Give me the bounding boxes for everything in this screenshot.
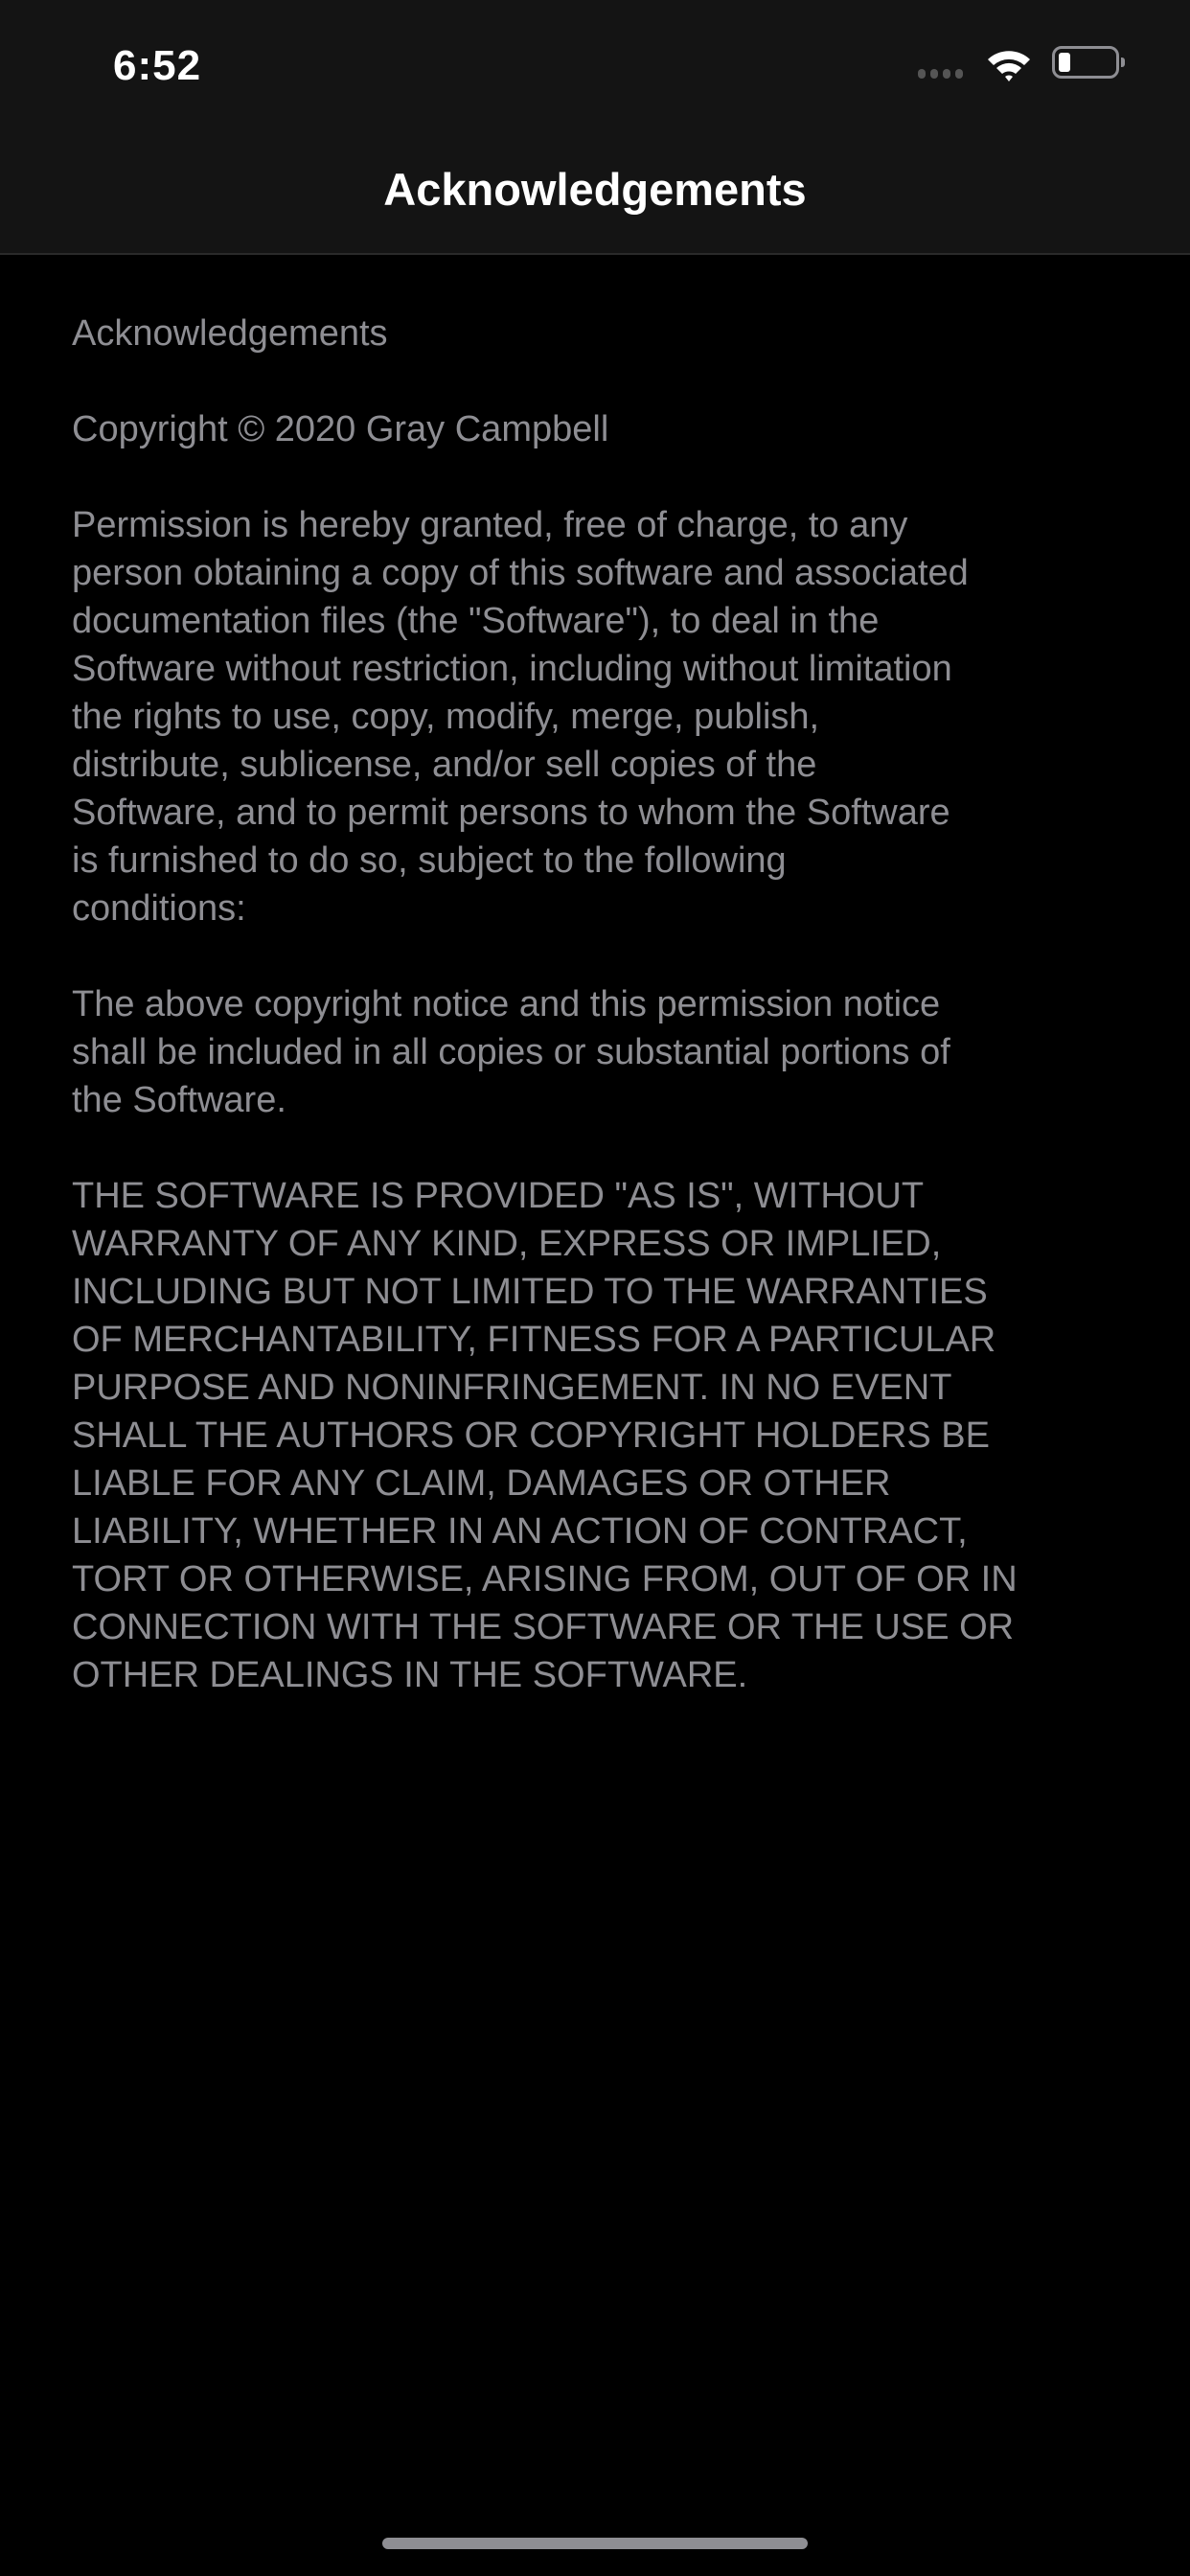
text-line: documentation files (the "Software"), to… bbox=[72, 601, 880, 641]
text-line: person obtaining a copy of this software… bbox=[72, 553, 969, 593]
signal-icon bbox=[918, 69, 963, 79]
battery-icon bbox=[1052, 46, 1125, 79]
wifi-icon bbox=[988, 51, 1030, 81]
text-line: shall be included in all copies or subst… bbox=[72, 1032, 950, 1072]
page-title: Acknowledgements bbox=[383, 164, 807, 215]
text-line: TORT OR OTHERWISE, ARISING FROM, OUT OF … bbox=[72, 1559, 1018, 1599]
text-line: PURPOSE AND NONINFRINGEMENT. IN NO EVENT bbox=[72, 1368, 952, 1408]
text-line: WARRANTY OF ANY KIND, EXPRESS OR IMPLIED… bbox=[72, 1224, 942, 1264]
text-line: Permission is hereby granted, free of ch… bbox=[72, 505, 908, 545]
status-time: 6:52 bbox=[113, 42, 202, 89]
text-line: Copyright © 2020 Gray Campbell bbox=[72, 409, 609, 449]
text-line: THE SOFTWARE IS PROVIDED "AS IS", WITHOU… bbox=[72, 1176, 925, 1216]
text-line: Software without restriction, including … bbox=[72, 649, 952, 689]
text-line: OTHER DEALINGS IN THE SOFTWARE. bbox=[72, 1655, 748, 1695]
navigation-bar: 6:52 Acknowledgements bbox=[0, 0, 1190, 255]
text-line: INCLUDING BUT NOT LIMITED TO THE WARRANT… bbox=[72, 1272, 988, 1312]
text-line: the Software. bbox=[72, 1080, 286, 1120]
text-line: CONNECTION WITH THE SOFTWARE OR THE USE … bbox=[72, 1607, 1015, 1647]
text-line: OF MERCHANTABILITY, FITNESS FOR A PARTIC… bbox=[72, 1320, 996, 1360]
text-line: conditions: bbox=[72, 888, 246, 929]
text-line: the rights to use, copy, modify, merge, … bbox=[72, 697, 820, 737]
text-line: is furnished to do so, subject to the fo… bbox=[72, 840, 787, 881]
text-line: Acknowledgements bbox=[72, 313, 388, 354]
home-indicator[interactable] bbox=[382, 2538, 808, 2549]
license-text: Acknowledgements Copyright © 2020 Gray Ca… bbox=[72, 310, 1145, 1699]
text-line: The above copyright notice and this perm… bbox=[72, 984, 941, 1024]
text-line: Software, and to permit persons to whom … bbox=[72, 793, 950, 833]
text-line: LIABILITY, WHETHER IN AN ACTION OF CONTR… bbox=[72, 1511, 968, 1552]
text-line: SHALL THE AUTHORS OR COPYRIGHT HOLDERS B… bbox=[72, 1415, 990, 1456]
text-line: distribute, sublicense, and/or sell copi… bbox=[72, 745, 817, 785]
text-line: LIABLE FOR ANY CLAIM, DAMAGES OR OTHER bbox=[72, 1463, 891, 1504]
